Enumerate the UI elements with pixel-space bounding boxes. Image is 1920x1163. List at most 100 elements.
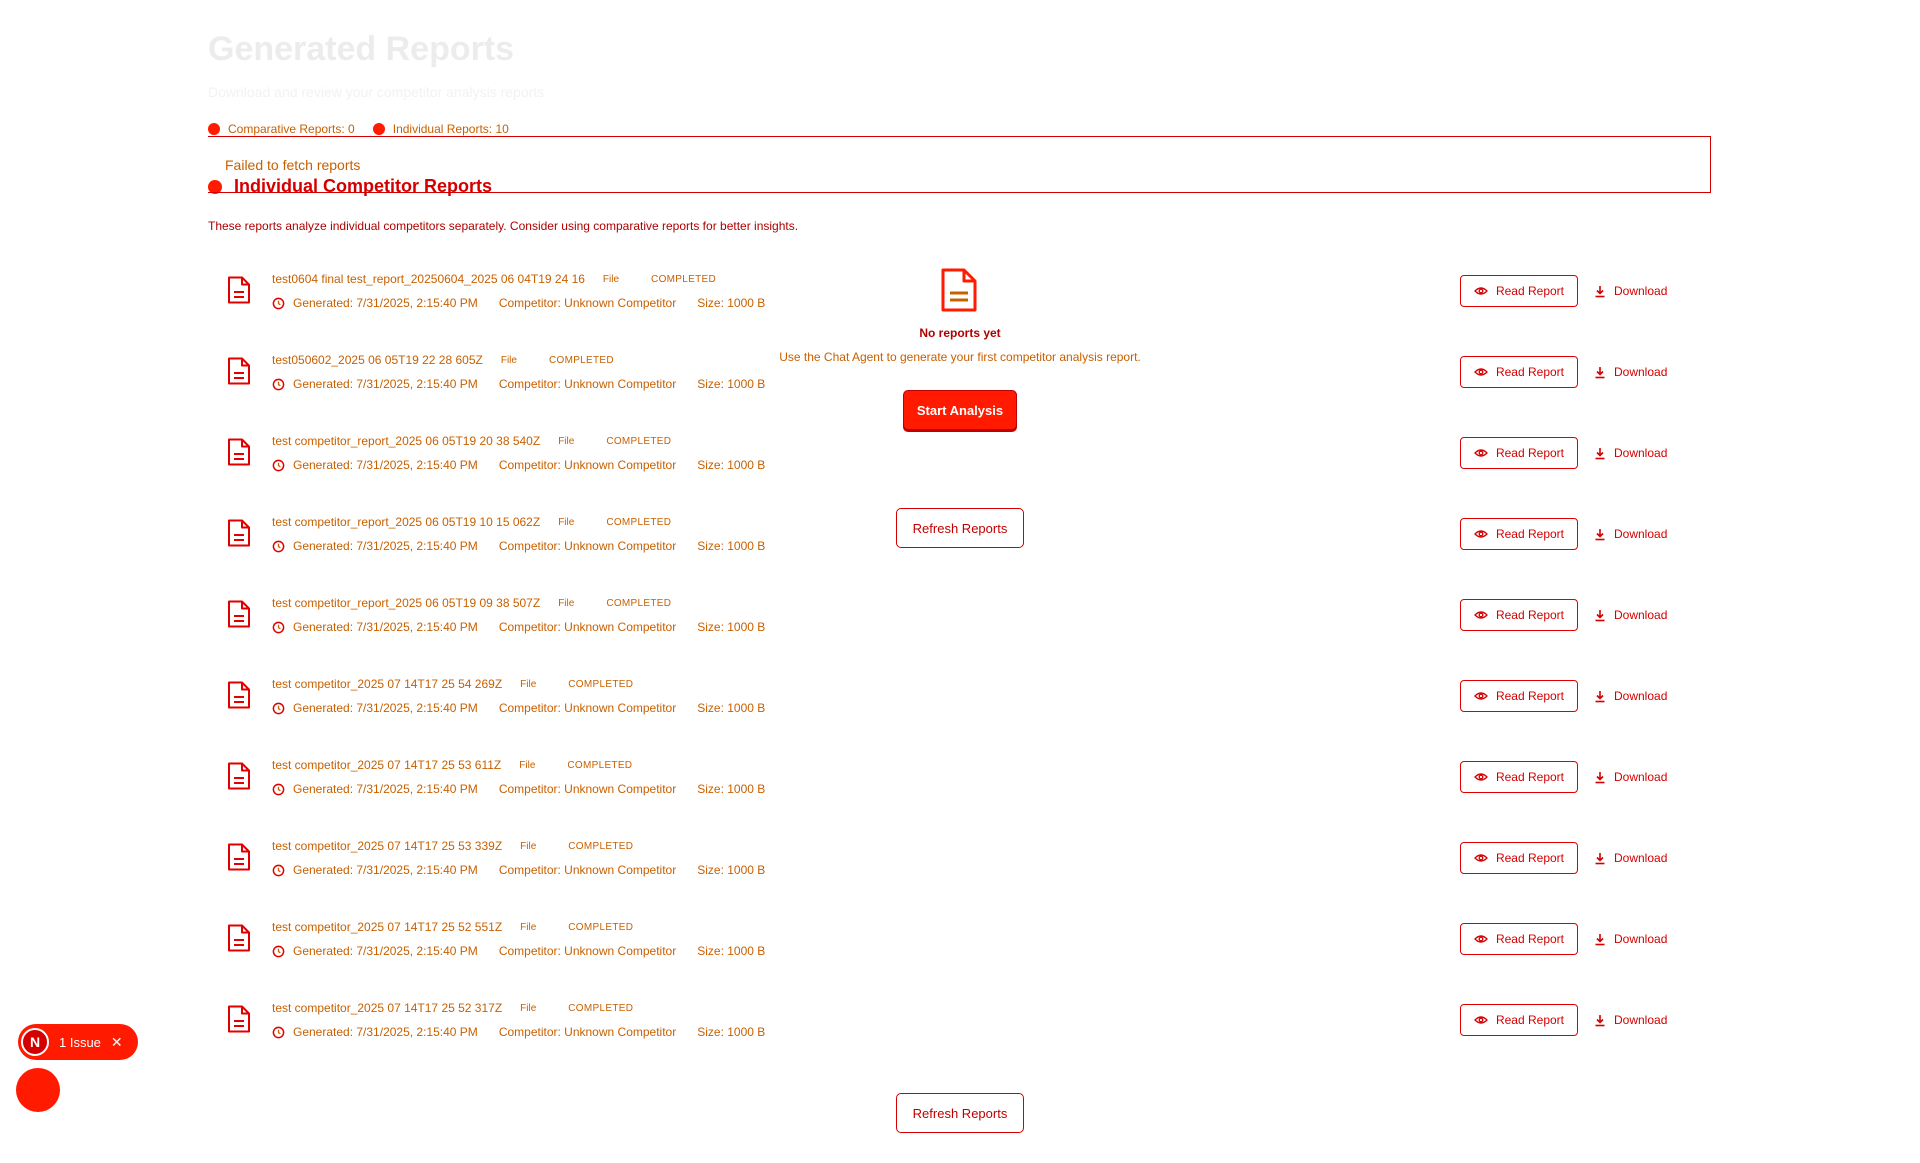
report-type: File	[520, 678, 537, 690]
report-type: File	[602, 273, 620, 285]
report-type: File	[520, 840, 537, 852]
download-button[interactable]: Download	[1594, 680, 1684, 712]
read-report-label: Read Report	[1495, 608, 1565, 622]
report-size: Size: 1000 B	[697, 782, 766, 796]
section-title: Individual Competitor Reports	[208, 176, 492, 197]
read-report-button[interactable]: Read Report	[1460, 518, 1578, 550]
read-report-button[interactable]: Read Report	[1460, 680, 1578, 712]
empty-state-title: No reports yet	[919, 326, 1001, 340]
download-icon	[1595, 285, 1605, 297]
clock-icon	[272, 540, 285, 552]
report-row: test competitor_2025 07 14T17 25 52 551Z…	[208, 910, 1710, 991]
clock-icon	[272, 297, 285, 309]
comparative-dot	[208, 123, 220, 135]
download-icon	[1595, 690, 1605, 702]
read-report-label: Read Report	[1495, 365, 1565, 379]
report-filename: test competitor_2025 07 14T17 25 52 317Z	[272, 1001, 503, 1015]
status-badge: COMPLETED	[567, 759, 633, 771]
report-generated: Generated: 7/31/2025, 2:15:40 PM	[293, 863, 478, 877]
report-row: test competitor_2025 07 14T17 25 53 611Z…	[208, 748, 1710, 829]
file-icon	[228, 681, 250, 709]
file-icon	[228, 843, 250, 871]
download-button[interactable]: Download	[1594, 599, 1684, 631]
download-button[interactable]: Download	[1594, 761, 1684, 793]
report-competitor: Competitor: Unknown Competitor	[498, 296, 677, 310]
report-competitor: Competitor: Unknown Competitor	[498, 782, 677, 796]
download-label: Download	[1614, 932, 1668, 946]
report-filename: test050602_2025 06 05T19 22 28 605Z	[272, 353, 483, 367]
report-row: test competitor_2025 07 14T17 25 53 339Z…	[208, 829, 1710, 910]
eye-icon	[1474, 935, 1488, 943]
start-analysis-button[interactable]: Start Analysis	[903, 390, 1017, 430]
download-label: Download	[1614, 446, 1668, 460]
report-generated: Generated: 7/31/2025, 2:15:40 PM	[293, 296, 478, 310]
download-button[interactable]: Download	[1594, 923, 1684, 955]
download-icon	[1595, 609, 1605, 621]
eye-icon	[1474, 611, 1488, 619]
individual-count: Individual Reports: 10	[392, 122, 509, 136]
read-report-button[interactable]: Read Report	[1460, 275, 1578, 307]
report-list: test0604 final test_report_20250604_2025…	[208, 262, 1710, 1072]
file-icon	[228, 924, 250, 952]
refresh-reports-button[interactable]: Refresh Reports	[896, 508, 1024, 548]
individual-dot	[372, 123, 385, 135]
report-type: File	[558, 516, 575, 528]
report-competitor: Competitor: Unknown Competitor	[498, 1025, 677, 1039]
file-icon	[228, 438, 250, 466]
download-button[interactable]: Download	[1594, 356, 1684, 388]
report-row: test competitor_report_2025 06 05T19 09 …	[208, 586, 1710, 667]
download-button[interactable]: Download	[1594, 518, 1684, 550]
status-badge: COMPLETED	[568, 678, 634, 690]
download-label: Download	[1614, 284, 1668, 298]
read-report-button[interactable]: Read Report	[1460, 761, 1578, 793]
comparative-count: Comparative Reports: 0	[228, 122, 355, 136]
report-type: File	[520, 1002, 537, 1014]
report-generated: Generated: 7/31/2025, 2:15:40 PM	[293, 701, 478, 715]
report-generated: Generated: 7/31/2025, 2:15:40 PM	[293, 1025, 478, 1039]
report-row: test competitor_report_2025 06 05T19 20 …	[208, 424, 1710, 505]
report-generated: Generated: 7/31/2025, 2:15:40 PM	[293, 944, 478, 958]
read-report-button[interactable]: Read Report	[1460, 923, 1578, 955]
report-generated: Generated: 7/31/2025, 2:15:40 PM	[293, 377, 478, 391]
clock-icon	[272, 864, 285, 876]
report-counts: Comparative Reports: 0 Individual Report…	[208, 122, 509, 136]
read-report-button[interactable]: Read Report	[1460, 1004, 1578, 1036]
report-row: test competitor_2025 07 14T17 25 54 269Z…	[208, 667, 1710, 748]
eye-icon	[1474, 773, 1488, 781]
file-icon	[228, 762, 250, 790]
download-button[interactable]: Download	[1594, 842, 1684, 874]
report-type: File	[558, 597, 575, 609]
issue-count: 1 Issue	[59, 1034, 101, 1050]
read-report-label: Read Report	[1495, 851, 1565, 865]
clock-icon	[272, 945, 285, 957]
file-icon	[228, 357, 250, 385]
section-title-text: Individual Competitor Reports	[234, 176, 493, 196]
refresh-reports-footer-button[interactable]: Refresh Reports	[896, 1093, 1024, 1133]
clock-icon	[272, 1026, 285, 1038]
eye-icon	[1474, 449, 1488, 457]
report-competitor: Competitor: Unknown Competitor	[498, 377, 677, 391]
report-size: Size: 1000 B	[697, 296, 766, 310]
read-report-button[interactable]: Read Report	[1460, 842, 1578, 874]
read-report-label: Read Report	[1495, 1013, 1565, 1027]
read-report-button[interactable]: Read Report	[1460, 599, 1578, 631]
read-report-button[interactable]: Read Report	[1460, 356, 1578, 388]
close-icon[interactable]: ✕	[111, 1034, 123, 1051]
report-competitor: Competitor: Unknown Competitor	[498, 701, 677, 715]
download-button[interactable]: Download	[1594, 437, 1684, 469]
read-report-label: Read Report	[1495, 770, 1565, 784]
report-size: Size: 1000 B	[697, 944, 766, 958]
download-button[interactable]: Download	[1594, 1004, 1684, 1036]
dev-tools-button[interactable]	[16, 1068, 60, 1112]
download-icon	[1595, 933, 1605, 945]
error-message: Failed to fetch reports	[225, 157, 361, 173]
download-button[interactable]: Download	[1594, 275, 1684, 307]
report-row: test competitor_2025 07 14T17 25 52 317Z…	[208, 991, 1710, 1072]
clock-icon	[272, 783, 285, 795]
dev-issues-badge[interactable]: N 1 Issue ✕	[18, 1024, 138, 1060]
read-report-button[interactable]: Read Report	[1460, 437, 1578, 469]
status-badge: COMPLETED	[568, 921, 634, 933]
file-icon	[228, 600, 250, 628]
clock-icon	[272, 702, 285, 714]
eye-icon	[1474, 1016, 1488, 1024]
